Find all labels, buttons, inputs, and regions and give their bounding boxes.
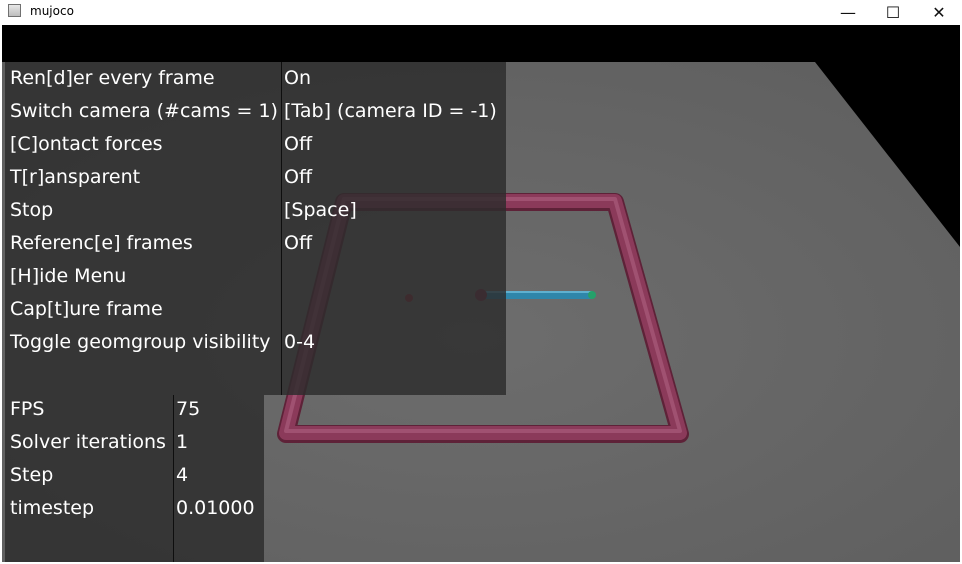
info-row-value: 0.01000 — [176, 497, 255, 519]
menu-row-label: Referenc[e] frames — [10, 232, 193, 254]
menu-row-value: On — [284, 67, 311, 89]
info-overlay: FPS 75 Solver iterations 1 Step 4 timest… — [5, 395, 264, 562]
menu-overlay: Ren[d]er every frame On Switch camera (#… — [5, 62, 506, 395]
menu-row-value: Off — [284, 166, 313, 188]
info-row-label: Solver iterations — [10, 431, 166, 453]
menu-row-value: Off — [284, 232, 313, 254]
menu-row-label: Toggle geomgroup visibility — [10, 331, 271, 353]
menu-column-divider — [281, 62, 282, 395]
minimize-button[interactable]: — — [825, 0, 871, 24]
info-row-label: FPS — [10, 398, 45, 420]
close-icon: ✕ — [932, 2, 946, 22]
menu-row-label: Stop — [10, 199, 54, 221]
menu-row-value: Off — [284, 133, 313, 155]
menu-row-label: T[r]ansparent — [10, 166, 141, 188]
title-bar: mujoco — ☐ ✕ — [0, 0, 962, 24]
menu-row-value: 0-4 — [284, 331, 316, 353]
maximize-button[interactable]: ☐ — [870, 0, 916, 24]
menu-row-value: [Tab] (camera ID = -1) — [284, 100, 497, 122]
fingertip-marker — [588, 291, 596, 299]
menu-row-label: Switch camera (#cams = 1) — [10, 100, 278, 122]
menu-row-label: [H]ide Menu — [10, 265, 127, 287]
info-row-label: timestep — [10, 497, 95, 519]
menu-row-label: Cap[t]ure frame — [10, 298, 163, 320]
info-row-value: 75 — [176, 398, 201, 420]
app-icon — [8, 4, 21, 17]
info-column-divider — [173, 395, 174, 562]
menu-row-label: Ren[d]er every frame — [10, 67, 215, 89]
menu-row-value: [Space] — [284, 199, 357, 221]
menu-row-label: [C]ontact forces — [10, 133, 163, 155]
window-title: mujoco — [30, 4, 74, 18]
info-row-label: Step — [10, 464, 54, 486]
info-row-value: 4 — [176, 464, 189, 486]
minimize-icon: — — [840, 2, 856, 22]
close-button[interactable]: ✕ — [916, 0, 962, 24]
maximize-icon: ☐ — [885, 2, 901, 22]
info-row-value: 1 — [176, 431, 189, 453]
